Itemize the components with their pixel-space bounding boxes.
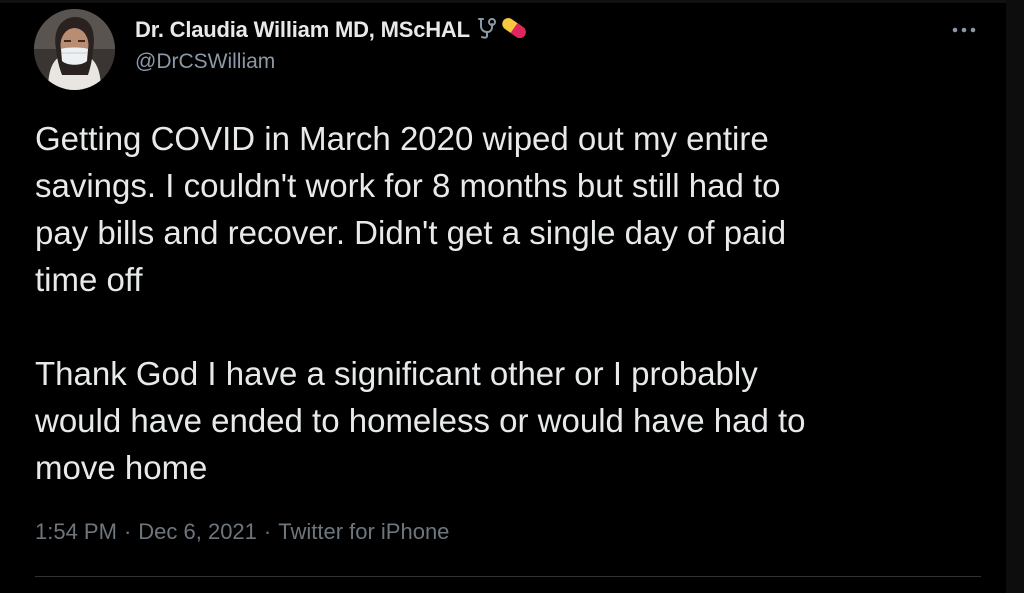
stethoscope-icon (476, 16, 498, 45)
avatar-photo (34, 9, 115, 90)
tweet-time[interactable]: 1:54 PM (35, 519, 117, 544)
more-options-button[interactable] (946, 18, 982, 42)
author-handle[interactable]: @DrCSWilliam (135, 50, 275, 74)
scrollbar-track[interactable] (1006, 0, 1024, 593)
divider (35, 576, 981, 577)
avatar[interactable] (34, 9, 115, 90)
pill-icon (498, 13, 530, 48)
tweet-paragraph: Getting COVID in March 2020 wiped out my… (35, 120, 787, 298)
meta-separator: · (123, 519, 132, 545)
tweet-text: Getting COVID in March 2020 wiped out my… (35, 115, 985, 491)
author-name-row[interactable]: Dr. Claudia William MD, MScHAL (135, 14, 530, 46)
author-display-name[interactable]: Dr. Claudia William MD, MScHAL (135, 17, 470, 43)
tweet-date[interactable]: Dec 6, 2021 (138, 519, 257, 544)
tweet-card: Dr. Claudia William MD, MScHAL @DrCSWill… (0, 0, 1006, 593)
tweet-paragraph: Thank God I have a significant other or … (35, 355, 806, 486)
more-icon (952, 27, 976, 33)
tweet-meta: 1:54 PM · Dec 6, 2021 · Twitter for iPhone (35, 518, 449, 545)
meta-separator: · (263, 519, 272, 545)
tweet-source[interactable]: Twitter for iPhone (278, 519, 449, 544)
